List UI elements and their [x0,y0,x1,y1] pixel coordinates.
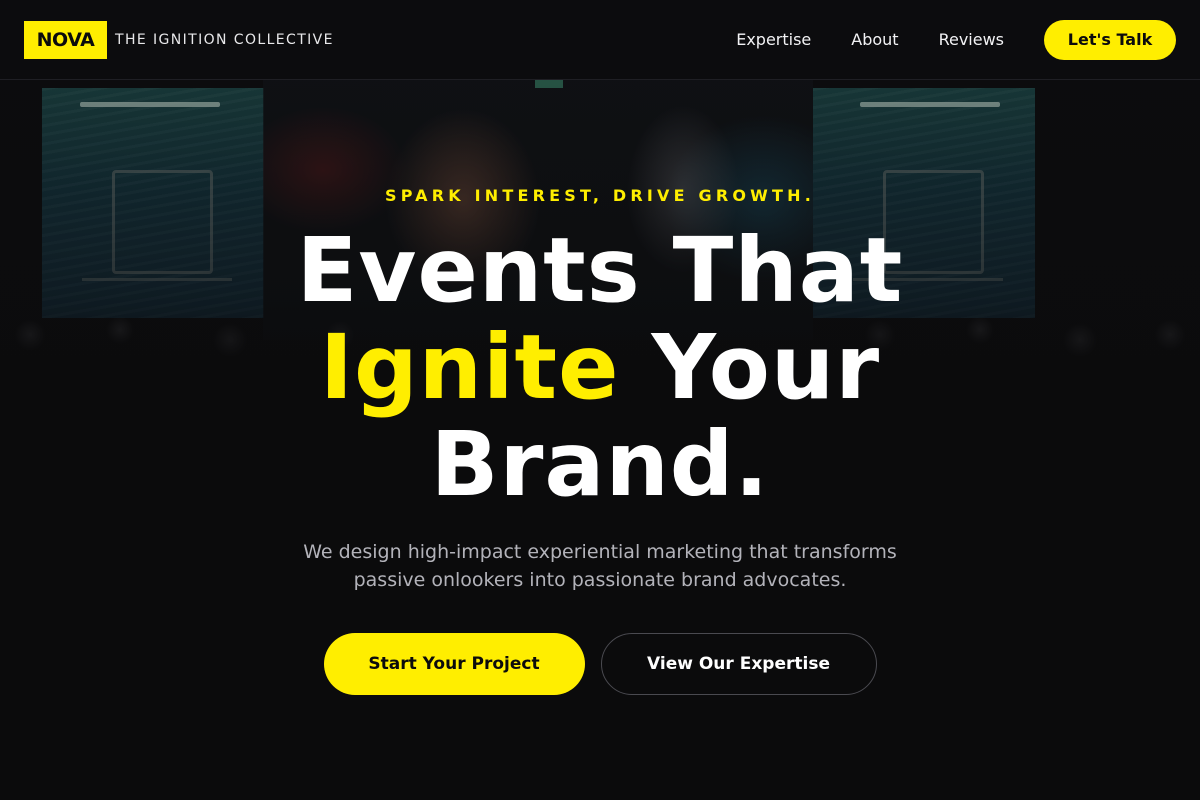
hero-actions: Start Your Project View Our Expertise [0,633,1200,695]
headline-line-2-rest: Your [619,315,881,419]
start-project-button[interactable]: Start Your Project [323,633,585,695]
main-nav: Expertise About Reviews Let's Talk [736,19,1176,60]
nav-link-about[interactable]: About [851,30,898,49]
landing-page: NOVA THE IGNITION COLLECTIVE Expertise A… [0,0,1200,800]
subtext-line-1: We design high-impact experiential marke… [303,541,897,563]
headline-line-3: Brand. [430,412,770,516]
nav-link-reviews[interactable]: Reviews [939,30,1004,49]
hero-eyebrow: SPARK INTEREST, DRIVE GROWTH. [384,186,816,205]
brand-tagline: THE IGNITION COLLECTIVE [115,31,334,48]
hero-subtext: We design high-impact experiential marke… [0,538,1200,594]
nav-link-expertise[interactable]: Expertise [736,30,811,49]
subtext-line-2: passive onlookers into passionate brand … [353,569,847,591]
site-header: NOVA THE IGNITION COLLECTIVE Expertise A… [0,0,1200,80]
view-expertise-button[interactable]: View Our Expertise [600,633,877,695]
brand-logo[interactable]: NOVA THE IGNITION COLLECTIVE [24,20,334,59]
hero-headline: Events That Ignite Your Brand. [0,222,1200,513]
logo-mark: NOVA [24,20,107,59]
headline-accent-word: Ignite [319,315,620,419]
lets-talk-button[interactable]: Let's Talk [1044,19,1176,60]
hero-section: SPARK INTEREST, DRIVE GROWTH. Events Tha… [0,0,1200,800]
headline-line-1: Events That [296,218,904,322]
